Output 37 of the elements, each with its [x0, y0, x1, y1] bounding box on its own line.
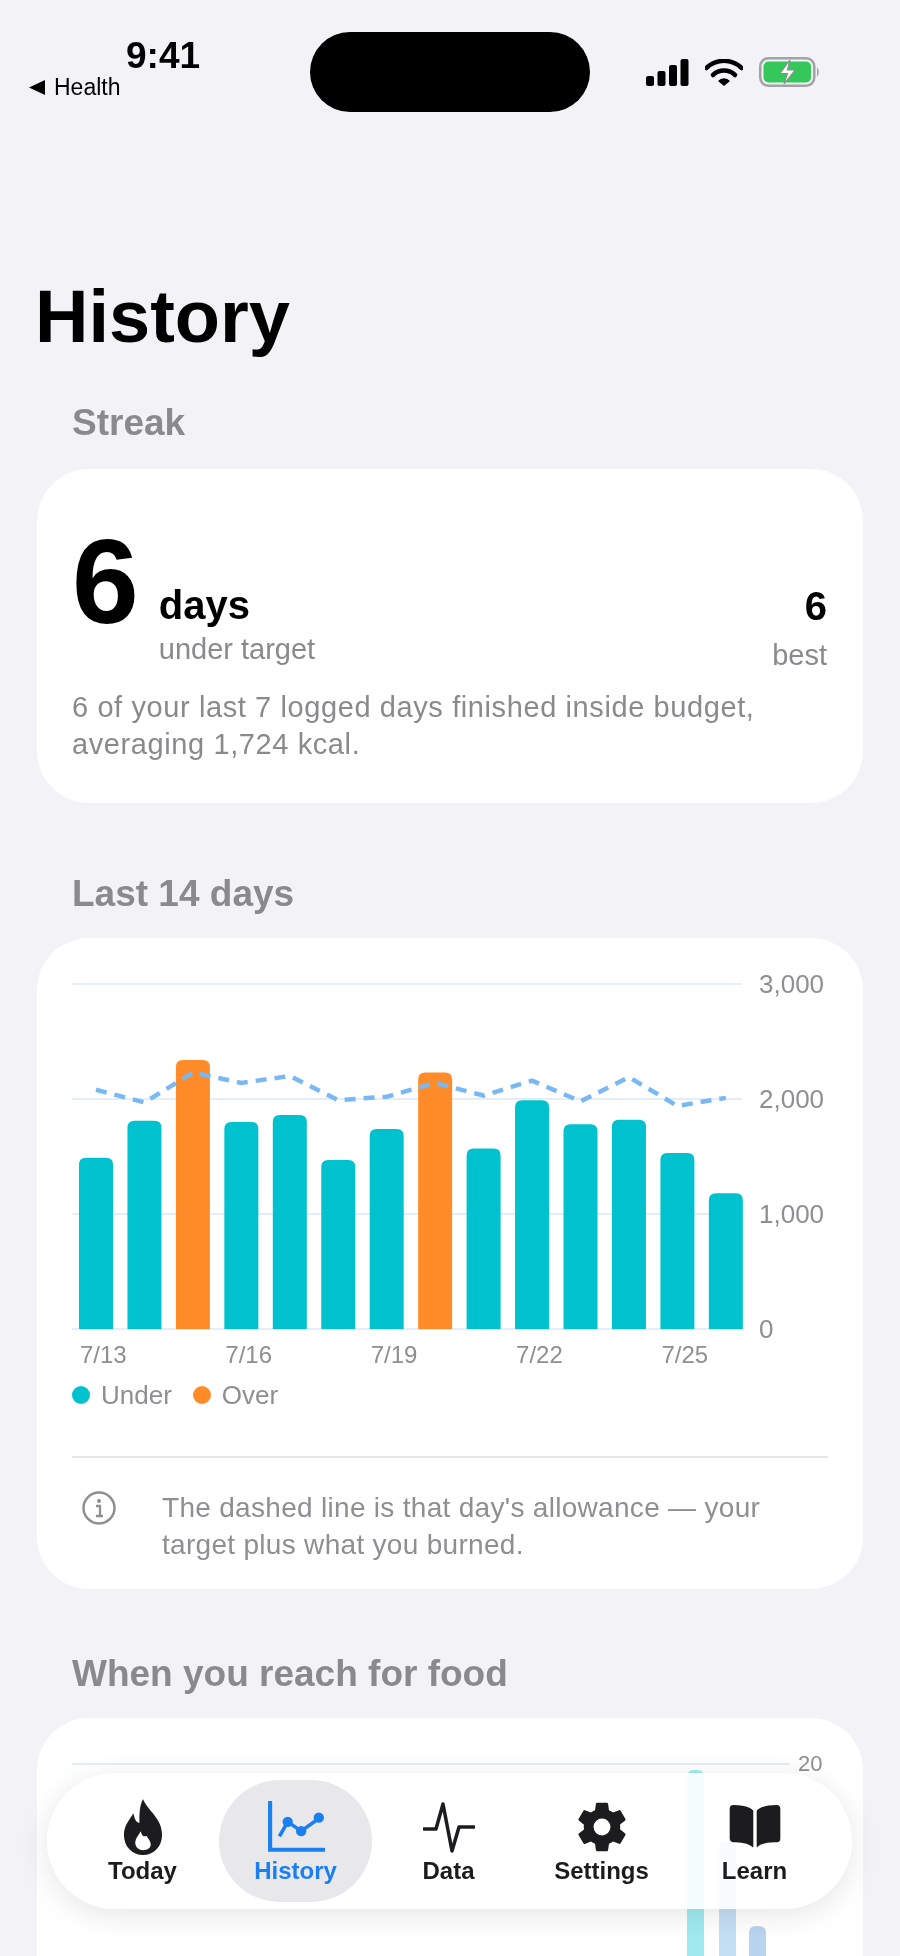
tab-button[interactable]: Today [66, 1780, 219, 1902]
line-chart-icon [266, 1801, 325, 1853]
axis-label: 1,000 [759, 1199, 825, 1229]
status-time: 9:41 [126, 35, 201, 76]
section-heading: When you reach for food [72, 1655, 509, 1692]
best-streak-value: 6 [804, 586, 827, 626]
axis-label: 7/25 [661, 1341, 709, 1368]
flame-icon [122, 1799, 163, 1855]
axis-label: 7/19 [370, 1341, 418, 1368]
pulse-icon [422, 1801, 475, 1853]
tab-button[interactable]: Learn [678, 1780, 831, 1902]
axis-label: 7/22 [516, 1341, 563, 1368]
streak-unit: days [158, 585, 250, 625]
axis-label: 7/16 [225, 1341, 273, 1368]
axis-label: 3,000 [759, 971, 825, 999]
chart-bar [749, 1926, 766, 1956]
legend-label: Over [221, 1382, 279, 1408]
chart-note: The dashed line is that day's allowance — your target plus what you burned. [162, 1491, 762, 1562]
legend-label: Under [101, 1382, 172, 1408]
section-heading: Streak [72, 404, 187, 441]
axis-label: 2,000 [759, 1084, 825, 1114]
axis-label: 7/13 [80, 1341, 127, 1368]
back-link[interactable]: Health [54, 76, 121, 99]
axis-label: 20 [798, 1753, 823, 1775]
back-icon[interactable] [29, 80, 45, 95]
tab-button[interactable]: Settings [525, 1780, 678, 1902]
tab-button[interactable]: Data [372, 1780, 525, 1902]
wifi-icon [705, 58, 743, 86]
axis-label: 0 [759, 1314, 774, 1344]
streak-caption: under target [158, 633, 316, 665]
section-heading: Last 14 days [72, 875, 296, 912]
info-icon [82, 1491, 116, 1525]
best-streak-label: best [772, 639, 827, 671]
streak-summary: 6 of your last 7 logged days finished inside budget, averaging 1,724 kcal. [72, 690, 756, 762]
battery-charging-icon [759, 57, 821, 87]
streak-count: 6 [72, 521, 137, 641]
signal-icon [646, 58, 689, 86]
